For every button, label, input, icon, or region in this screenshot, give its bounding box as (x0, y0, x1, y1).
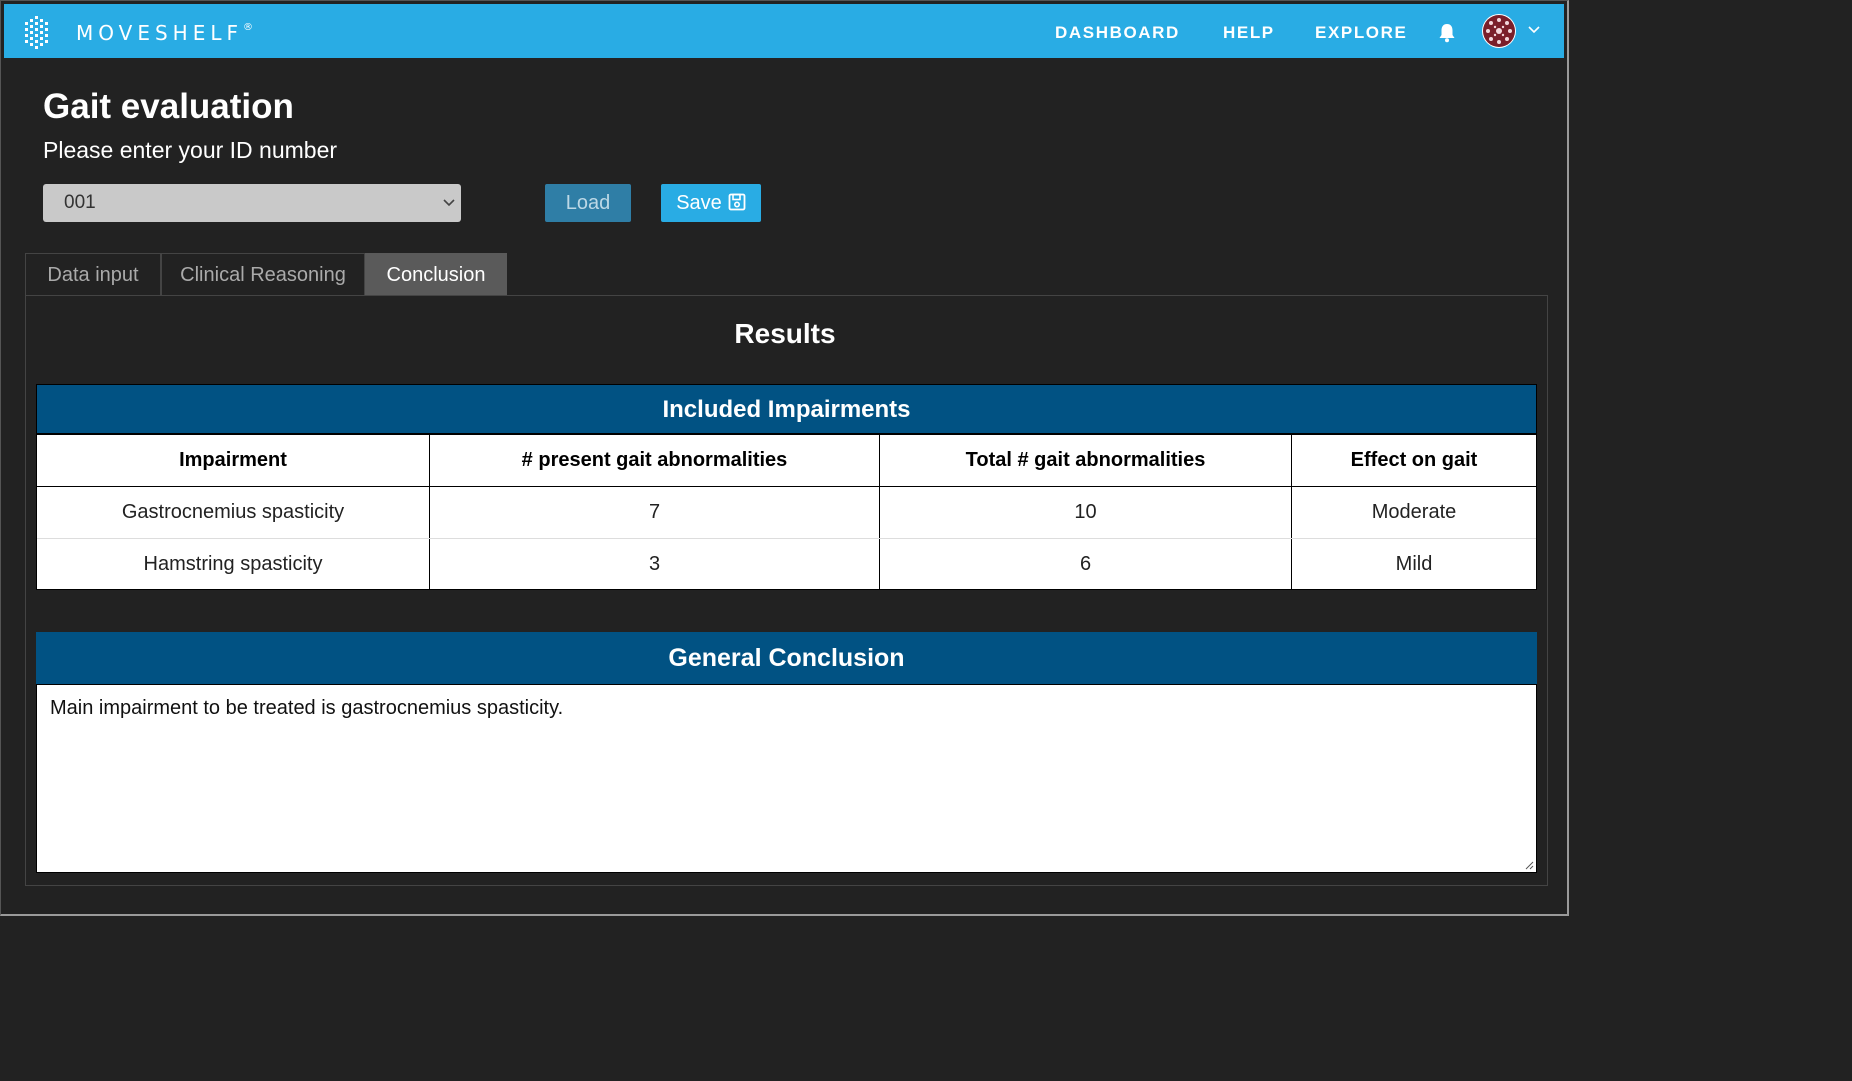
general-conclusion-textarea[interactable]: Main impairment to be treated is gastroc… (36, 684, 1537, 873)
column-header: Effect on gait (1350, 449, 1478, 471)
tab-conclusion[interactable]: Conclusion (365, 253, 507, 295)
column-header: Impairment (37, 435, 430, 486)
table-cell: Hamstring spasticity (37, 539, 430, 589)
column-header: # present gait abnormalities (430, 435, 880, 486)
app-window: MOVESHELF® DASHBOARD HELP EXPLORE Gait e (0, 0, 1569, 916)
save-button[interactable]: Save (661, 184, 761, 222)
page-subtitle: Please enter your ID number (43, 137, 338, 163)
brand-name[interactable]: MOVESHELF® (76, 21, 253, 45)
id-number-select[interactable]: 001 (43, 184, 461, 222)
impairments-table: Impairment # present gait abnormalities … (36, 434, 1537, 590)
save-button-label: Save (676, 192, 722, 214)
general-conclusion-header: General Conclusion (36, 632, 1537, 684)
table-header-row: Impairment # present gait abnormalities … (37, 435, 1536, 487)
nav-dashboard[interactable]: DASHBOARD (1055, 23, 1180, 43)
moveshelf-logo-icon[interactable] (23, 15, 53, 49)
column-header: Total # gait abnormalities (880, 435, 1292, 486)
table-cell: Mild (1395, 552, 1433, 575)
floppy-disk-icon (728, 193, 746, 211)
avatar-pattern-icon (1483, 15, 1515, 47)
table-cell: Gastrocnemius spasticity (37, 487, 430, 538)
nav-explore[interactable]: EXPLORE (1315, 23, 1407, 43)
table-cell: 3 (430, 539, 880, 589)
brand-text: MOVESHELF (76, 21, 243, 45)
tab-clinical-reasoning[interactable]: Clinical Reasoning (161, 253, 365, 295)
conclusion-text: Main impairment to be treated is gastroc… (50, 697, 564, 719)
nav-help[interactable]: HELP (1223, 23, 1275, 43)
impairments-table-header: Included Impairments (36, 384, 1537, 434)
page-title: Gait evaluation (43, 87, 294, 126)
avatar[interactable] (1482, 14, 1516, 48)
table-cell: 7 (430, 487, 880, 538)
load-button[interactable]: Load (545, 184, 631, 222)
table-cell: 6 (880, 539, 1292, 589)
id-select-value: 001 (64, 192, 96, 213)
table-cell: 10 (880, 487, 1292, 538)
top-navbar: MOVESHELF® DASHBOARD HELP EXPLORE (4, 4, 1564, 58)
chevron-down-icon[interactable] (1528, 26, 1540, 34)
chevron-down-icon (443, 199, 455, 207)
table-cell: Moderate (1371, 501, 1457, 523)
table-row: Gastrocnemius spasticity 7 10 Moderate (37, 487, 1536, 539)
results-title: Results (734, 318, 836, 349)
bell-icon[interactable] (1438, 23, 1456, 43)
table-row: Hamstring spasticity 3 6 Mild (37, 539, 1536, 589)
tab-data-input[interactable]: Data input (25, 253, 161, 295)
resize-handle-icon[interactable] (1524, 860, 1534, 870)
brand-registered-mark: ® (242, 22, 253, 34)
